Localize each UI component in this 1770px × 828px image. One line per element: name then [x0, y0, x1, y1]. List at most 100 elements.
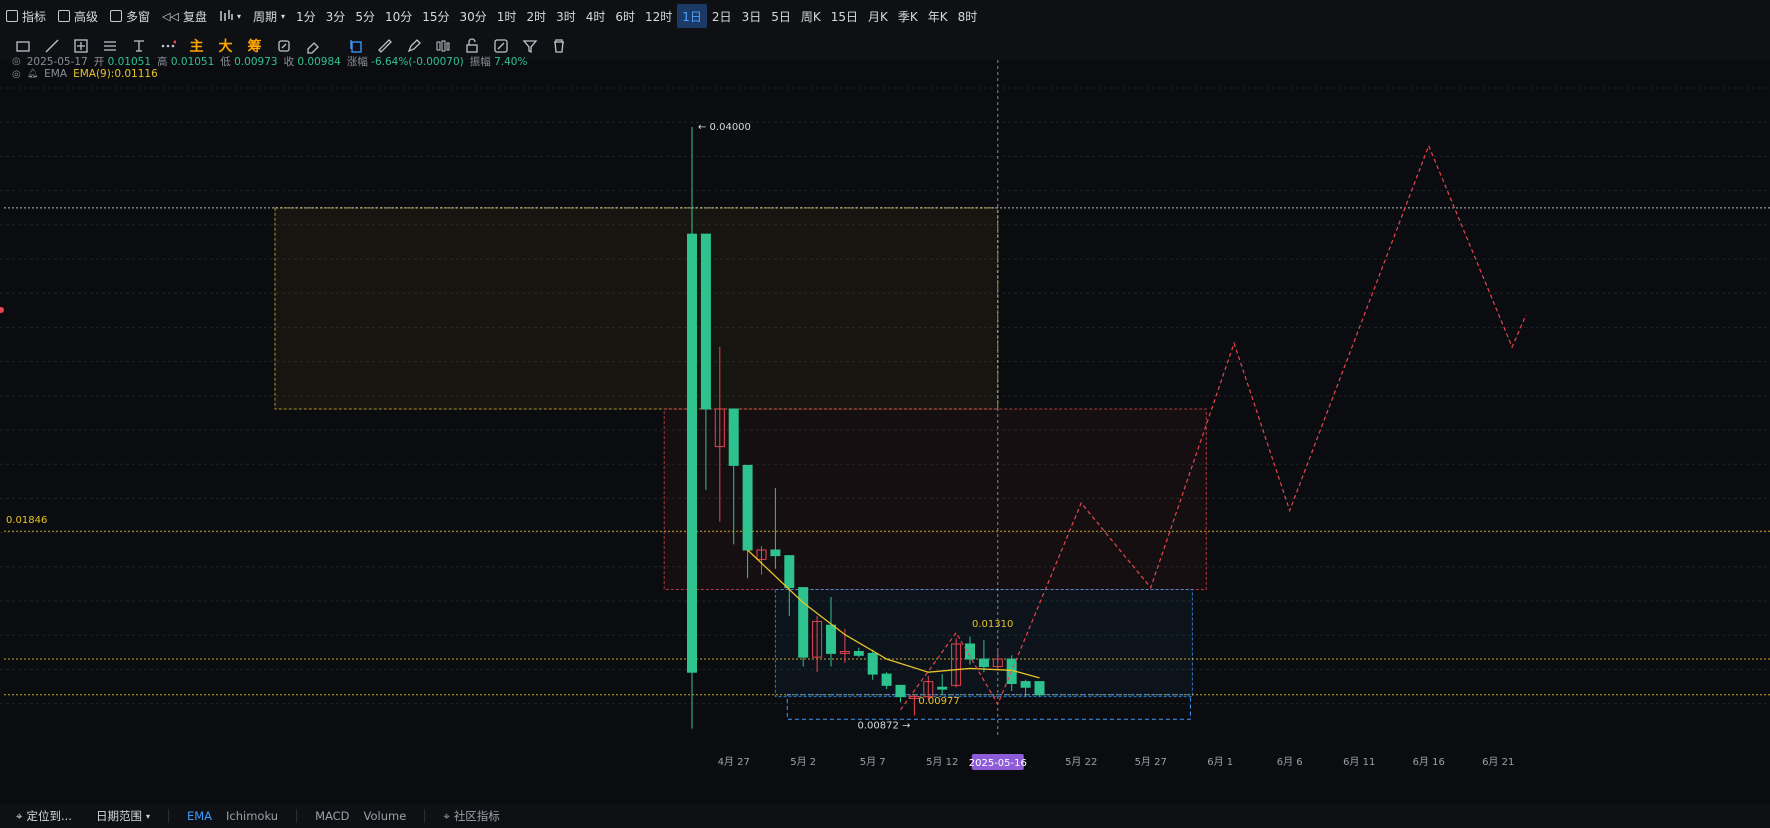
x-tick-label: 6月 1	[1207, 756, 1233, 768]
open-value: 0.01051	[107, 56, 152, 68]
locate-icon: ⌖	[16, 808, 23, 823]
amplitude-label: 振幅	[469, 56, 491, 68]
tab-ema[interactable]: EMA	[187, 809, 212, 823]
community-icon: ⌖	[443, 808, 450, 823]
interval-20[interactable]: 年K	[923, 4, 953, 28]
chart-area[interactable]: ← 0.04000 0.00872 → 0.01846 0.01310 0.00977 4…	[0, 56, 1770, 804]
candle-body	[1020, 681, 1031, 688]
divider	[167, 809, 169, 823]
indicators-label: 指标	[22, 9, 47, 24]
date-range-dropdown[interactable]: 日期范围 ▾	[96, 808, 150, 824]
x-tick-label: 6月 16	[1413, 756, 1445, 768]
multi-window-button[interactable]: 多窗	[104, 4, 156, 28]
divider	[296, 809, 298, 823]
candle-body	[978, 658, 989, 668]
interval-0[interactable]: 1分	[291, 4, 321, 28]
close-value: 0.00984	[297, 56, 341, 68]
interval-6[interactable]: 1时	[492, 4, 522, 28]
swing-high-label: 0.01310	[972, 619, 1013, 630]
interval-7[interactable]: 2时	[521, 4, 551, 28]
candle-body	[881, 673, 892, 686]
candle-body	[770, 549, 781, 557]
candle-body	[853, 651, 864, 656]
high-label: 高	[157, 56, 168, 68]
candle-body	[728, 408, 739, 466]
ema-label: EMA	[44, 68, 68, 80]
indicators-icon	[6, 10, 18, 22]
multi-window-label: 多窗	[126, 9, 151, 24]
x-tick-label: 6月 21	[1482, 756, 1514, 768]
date-range-label: 日期范围	[95, 809, 142, 823]
candlestick-chart[interactable]: ← 0.04000 0.00872 → 0.01846 0.01310 0.00977 4…	[0, 60, 1770, 804]
advanced-button[interactable]: 高级	[52, 4, 104, 28]
interval-16[interactable]: 周K	[796, 4, 826, 28]
left-edge-marker	[0, 307, 4, 313]
ema-info-row: ◎ 🔔︎ EMA EMA(9):0.01116	[12, 68, 158, 80]
chart-type-button[interactable]: ▾	[213, 4, 247, 28]
tab-community-indicators[interactable]: ⌖ 社区指标	[443, 808, 499, 824]
interval-9[interactable]: 4时	[581, 4, 611, 28]
bell-icon[interactable]: 🔔︎	[27, 69, 38, 79]
interval-21[interactable]: 8时	[953, 4, 983, 28]
interval-3[interactable]: 10分	[380, 4, 417, 28]
interval-8[interactable]: 3时	[551, 4, 581, 28]
candle-type-icon	[220, 10, 233, 21]
trash-icon[interactable]	[547, 35, 571, 57]
eye-icon[interactable]: ◎	[12, 69, 21, 80]
interval-19[interactable]: 季K	[893, 4, 923, 28]
interval-12[interactable]: 1日	[677, 4, 707, 28]
locate-label: 定位到...	[26, 809, 72, 823]
chevron-down-icon: ▾	[236, 11, 241, 21]
x-tick-label: 4月 27	[718, 756, 750, 768]
chevron-down-icon: ▾	[145, 811, 150, 821]
divider	[424, 809, 426, 823]
x-tick-label: 5月 2	[790, 756, 816, 768]
low-value: 0.00973	[234, 56, 278, 68]
interval-18[interactable]: 月K	[863, 4, 893, 28]
high-value: 0.01051	[170, 56, 215, 68]
chevron-down-icon: ▾	[281, 11, 286, 21]
multi-window-icon	[110, 10, 123, 22]
ohlc-info-row: ◎ 2025-05-17 开 0.01051 高 0.01051 低 0.009…	[12, 54, 527, 69]
interval-14[interactable]: 3日	[737, 4, 767, 28]
replay-button[interactable]: ◁◁ 复盘	[156, 4, 213, 28]
locate-button[interactable]: ⌖ 定位到...	[16, 808, 72, 824]
interval-13[interactable]: 2日	[707, 4, 737, 28]
interval-2[interactable]: 5分	[350, 4, 380, 28]
candle-body	[687, 233, 697, 673]
tab-volume[interactable]: Volume	[364, 809, 407, 823]
x-tick-label: 6月 6	[1277, 756, 1303, 768]
candle-body	[867, 652, 878, 675]
x-tick-label: 5月 22	[1065, 756, 1097, 768]
open-label: 开	[93, 56, 105, 68]
x-tick-label: 5月 12	[926, 756, 958, 768]
interval-17[interactable]: 15日	[826, 4, 863, 28]
interval-list: 1分 3分 5分 10分 15分 30分 1时 2时 3时 4时 6时 12时 1日 2日 3日 5日 周K 15…	[291, 4, 982, 28]
candle-body	[895, 684, 906, 698]
high-price-label: ← 0.04000	[698, 122, 751, 133]
indicators-button[interactable]: 指标	[0, 4, 52, 28]
period-dropdown[interactable]: 周期 ▾	[247, 4, 291, 28]
eye-icon[interactable]: ◎	[12, 56, 21, 67]
candle-body	[700, 233, 711, 410]
tab-ichimoku[interactable]: Ichimoku	[226, 809, 278, 823]
bottom-bar: ⌖ 定位到... 日期范围 ▾ EMA Ichimoku MACD Volume…	[0, 804, 1770, 828]
low-range-box	[786, 694, 1191, 720]
interval-10[interactable]: 6时	[610, 4, 640, 28]
candle-body	[742, 464, 753, 551]
interval-5[interactable]: 30分	[455, 4, 492, 28]
ema-value: EMA(9):0.01116	[73, 68, 158, 80]
candle-body	[826, 624, 836, 654]
ohlc-date: 2025-05-17	[26, 55, 88, 68]
x-tick-label: 6月 11	[1343, 756, 1375, 768]
swing-low-label: 0.00977	[918, 696, 959, 707]
replay-icon: ◁◁	[162, 9, 179, 23]
tab-macd[interactable]: MACD	[315, 809, 349, 823]
candle-body	[1034, 681, 1045, 696]
interval-15[interactable]: 5日	[766, 4, 796, 28]
interval-4[interactable]: 15分	[417, 4, 454, 28]
replay-label: 复盘	[182, 9, 207, 24]
level-price-label: 0.01846	[6, 515, 47, 526]
interval-11[interactable]: 12时	[640, 4, 677, 28]
interval-1[interactable]: 3分	[321, 4, 351, 28]
